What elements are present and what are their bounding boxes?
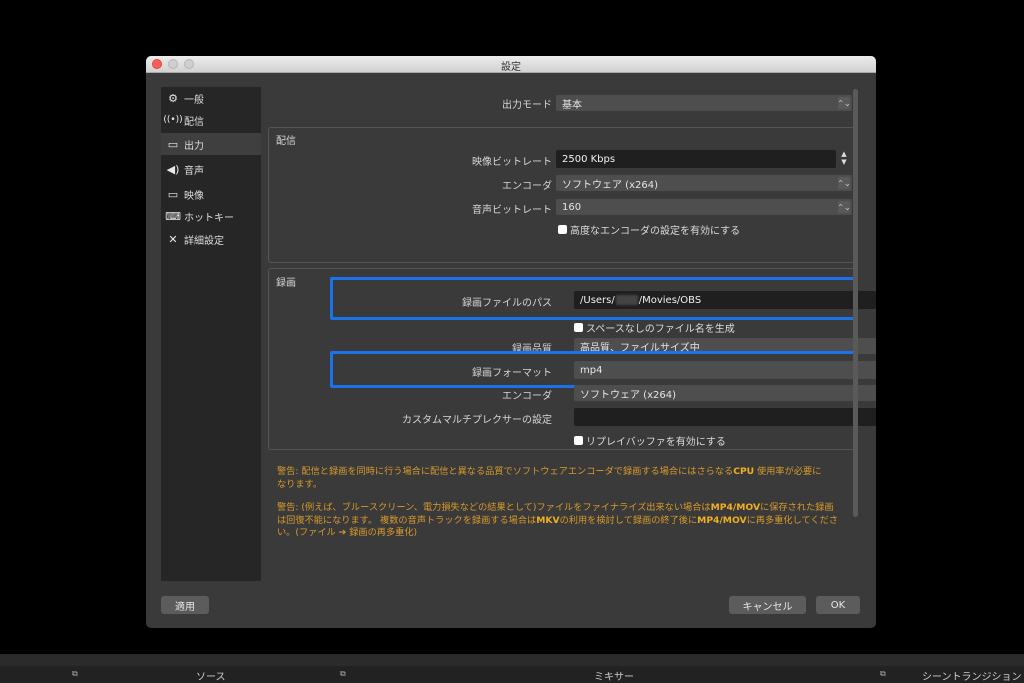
recording-group-title: 録画 bbox=[276, 278, 296, 289]
warning-text: 警告: (例えば、ブルースクリーン、電力損失などの結果として)ファイルをファイナ… bbox=[277, 502, 711, 513]
warning-emph: MP4/MOV bbox=[710, 502, 761, 513]
warning-text: に保存された録画 bbox=[760, 502, 834, 513]
broadcast-icon: ((•)) bbox=[163, 115, 183, 125]
advanced-encoder-checkbox[interactable]: 高度なエンコーダの設定を有効にする bbox=[558, 222, 740, 237]
audio-bitrate-select[interactable]: 160 ⌃⌄ bbox=[556, 199, 852, 215]
stream-encoder-select[interactable]: ソフトウェア (x264) ⌃⌄ bbox=[556, 175, 852, 191]
display-icon: ▭ bbox=[167, 187, 179, 201]
dock-title-mixer: ミキサー bbox=[594, 672, 634, 683]
video-bitrate-value: 2500 Kbps bbox=[562, 153, 616, 165]
stream-encoder-label: エンコーダ bbox=[502, 181, 552, 192]
checkbox-box[interactable] bbox=[574, 436, 583, 445]
chevron-updown-icon: ⌃⌄ bbox=[837, 177, 851, 189]
no-space-filename-checkbox[interactable]: スペースなしのファイル名を生成 bbox=[574, 320, 735, 335]
chevron-updown-icon: ⌃⌄ bbox=[837, 201, 851, 213]
recording-encoder-select[interactable]: ソフトウェア (x264) ⌃⌄ bbox=[574, 385, 876, 401]
sidebar-item-label: 音声 bbox=[184, 165, 204, 177]
path-suffix: /Movies/OBS bbox=[638, 294, 702, 306]
warning-text: 警告: 配信と録画を同時に行う場合に配信と異なる品質でソフトウェアエンコーダで録… bbox=[277, 466, 734, 477]
tools-icon: ✕ bbox=[168, 232, 178, 246]
redacted-username bbox=[615, 295, 638, 305]
video-bitrate-stepper[interactable]: ▲ ▼ bbox=[838, 150, 850, 168]
sidebar-item-stream[interactable]: ((•)) 配信 bbox=[161, 109, 261, 131]
recording-encoder-label: エンコーダ bbox=[502, 391, 552, 402]
monitor-output-icon: ▭ bbox=[167, 137, 179, 151]
settings-sidebar: ⚙ 一般 ((•)) 配信 ▭ 出力 ◀) 音声 ▭ 映像 ⌨ ホットキー ✕ … bbox=[161, 87, 261, 581]
streaming-group-title: 配信 bbox=[276, 136, 296, 147]
recording-format-value: mp4 bbox=[580, 364, 603, 376]
sidebar-item-label: 映像 bbox=[184, 190, 204, 202]
sidebar-item-advanced[interactable]: ✕ 詳細設定 bbox=[161, 228, 261, 250]
apply-button[interactable]: 適用 bbox=[161, 596, 209, 614]
warning-text: に再多重化してくださ bbox=[746, 514, 838, 526]
ok-button[interactable]: OK bbox=[816, 596, 860, 614]
output-mode-label: 出力モード bbox=[502, 100, 552, 111]
path-prefix: /Users/ bbox=[580, 294, 615, 306]
dock-title-strip bbox=[0, 666, 1024, 683]
recording-path-label: 録画ファイルのパス bbox=[462, 298, 552, 309]
warning-text: の利用を検討して録画の終了後に bbox=[559, 514, 698, 526]
sidebar-item-label: 出力 bbox=[184, 140, 204, 152]
sidebar-item-label: ホットキー bbox=[184, 212, 234, 224]
checkbox-box[interactable] bbox=[558, 225, 567, 234]
keyboard-icon: ⌨ bbox=[165, 209, 181, 223]
output-mode-select[interactable]: 基本 ⌃⌄ bbox=[556, 95, 852, 111]
sidebar-item-label: 配信 bbox=[184, 116, 204, 128]
recording-path-input[interactable]: /Users/ /Movies/OBS bbox=[574, 291, 876, 309]
replay-buffer-label: リプレイバッファを有効にする bbox=[586, 437, 726, 448]
recording-encoder-value: ソフトウェア (x264) bbox=[580, 389, 676, 401]
checkbox-box[interactable] bbox=[574, 323, 583, 332]
video-bitrate-label: 映像ビットレート bbox=[472, 157, 552, 168]
replay-buffer-checkbox[interactable]: リプレイバッファを有効にする bbox=[574, 433, 726, 448]
recording-format-select[interactable]: mp4 ⌃⌄ bbox=[574, 361, 876, 379]
warning-text: なります。 bbox=[277, 478, 323, 490]
dock-title-transitions: シーントランジション bbox=[922, 672, 1022, 683]
output-mode-value: 基本 bbox=[562, 99, 582, 111]
warning-emph: CPU bbox=[733, 466, 755, 477]
audio-bitrate-value: 160 bbox=[562, 201, 582, 213]
sidebar-item-video[interactable]: ▭ 映像 bbox=[161, 183, 261, 205]
recording-format-label: 録画フォーマット bbox=[472, 368, 552, 379]
chevron-updown-icon: ⌃⌄ bbox=[837, 97, 851, 109]
settings-scrollbar[interactable] bbox=[853, 89, 858, 517]
sidebar-item-label: 一般 bbox=[184, 94, 204, 106]
settings-window: 設定 ⚙ 一般 ((•)) 配信 ▭ 出力 ◀) 音声 ▭ 映像 ⌨ ホットキー… bbox=[146, 56, 876, 628]
audio-bitrate-label: 音声ビットレート bbox=[472, 205, 552, 216]
dock-float-icon[interactable]: ⧉ bbox=[880, 669, 889, 678]
custom-muxer-input[interactable] bbox=[574, 408, 876, 426]
sidebar-item-output[interactable]: ▭ 出力 bbox=[161, 133, 261, 155]
warning-emph: MKV bbox=[536, 514, 560, 526]
no-space-label: スペースなしのファイル名を生成 bbox=[586, 324, 735, 335]
warning-emph: MP4/MOV bbox=[697, 514, 747, 526]
sidebar-item-label: 詳細設定 bbox=[184, 235, 224, 247]
streaming-group bbox=[268, 127, 855, 263]
sidebar-item-audio[interactable]: ◀) 音声 bbox=[161, 158, 261, 180]
cancel-button[interactable]: キャンセル bbox=[729, 596, 806, 614]
warning-text: い。(ファイル ➔ 録画の再多重化) bbox=[277, 527, 418, 538]
sidebar-item-hotkeys[interactable]: ⌨ ホットキー bbox=[161, 205, 261, 227]
warning-mp4-recovery: 警告: (例えば、ブルースクリーン、電力損失などの結果として)ファイルをファイナ… bbox=[277, 502, 853, 540]
video-bitrate-input[interactable]: 2500 Kbps bbox=[556, 150, 836, 168]
gear-icon: ⚙ bbox=[168, 91, 178, 105]
warning-text: は回復不能になります。 複数の音声トラックを録画する場合は bbox=[277, 514, 537, 526]
dock-title-sources: ソース bbox=[196, 672, 226, 683]
dock-float-icon[interactable]: ⧉ bbox=[340, 669, 349, 678]
title-bar: 設定 bbox=[146, 56, 876, 73]
advanced-encoder-label: 高度なエンコーダの設定を有効にする bbox=[570, 226, 741, 237]
custom-muxer-label: カスタムマルチプレクサーの設定 bbox=[402, 415, 552, 426]
obs-dock-bar: ⧉ ソース ⧉ ミキサー ⧉ シーントランジション bbox=[0, 654, 1024, 683]
sidebar-item-general[interactable]: ⚙ 一般 bbox=[161, 87, 261, 109]
speaker-icon: ◀) bbox=[166, 162, 180, 176]
dock-float-icon[interactable]: ⧉ bbox=[72, 669, 81, 678]
stream-encoder-value: ソフトウェア (x264) bbox=[562, 179, 658, 191]
warning-cpu: 警告: 配信と録画を同時に行う場合に配信と異なる品質でソフトウェアエンコーダで録… bbox=[277, 466, 853, 491]
window-title: 設定 bbox=[501, 62, 521, 73]
warning-text: 使用率が必要に bbox=[754, 466, 822, 477]
